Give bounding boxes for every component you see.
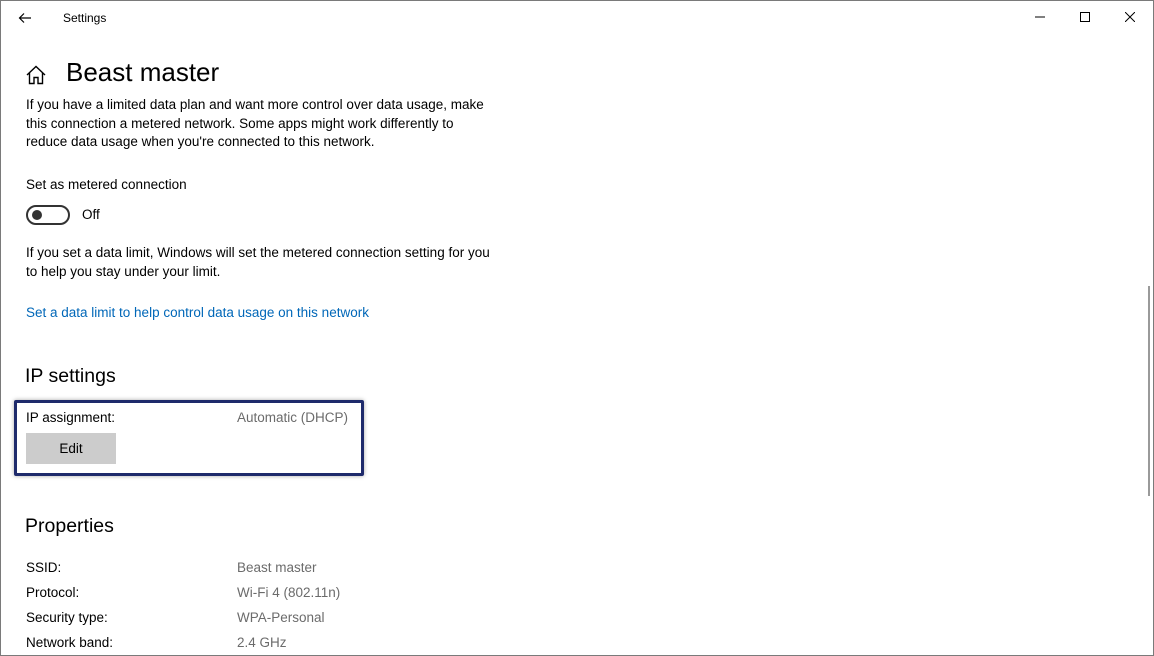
settings-window: Settings Beast master If you have a limi… — [0, 0, 1154, 656]
metered-toggle-label: Set as metered connection — [26, 177, 187, 192]
network-band-value: 2.4 GHz — [237, 635, 287, 650]
back-button[interactable] — [9, 3, 41, 33]
page-title: Beast master — [66, 57, 220, 87]
properties-title: Properties — [25, 515, 114, 537]
title-bar: Settings — [1, 1, 1153, 35]
home-icon — [26, 65, 46, 85]
protocol-label: Protocol: — [26, 585, 80, 600]
window-title: Settings — [63, 11, 107, 25]
data-limit-description: If you set a data limit, Windows will se… — [26, 245, 490, 279]
edit-ip-button[interactable]: Edit — [26, 433, 116, 464]
protocol-value: Wi-Fi 4 (802.11n) — [237, 585, 341, 600]
home-button[interactable] — [25, 64, 47, 86]
ip-settings-title: IP settings — [25, 365, 116, 387]
ssid-label: SSID: — [26, 560, 62, 575]
toggle-knob — [32, 210, 42, 220]
ip-assignment-value: Automatic (DHCP) — [237, 410, 349, 425]
minimize-icon — [1035, 16, 1045, 18]
network-band-label: Network band: — [26, 635, 114, 650]
metered-toggle[interactable] — [26, 205, 70, 225]
metered-description: If you have a limited data plan and want… — [26, 97, 484, 149]
maximize-icon — [1080, 12, 1090, 22]
vertical-scrollbar[interactable] — [1148, 286, 1150, 496]
close-icon — [1125, 12, 1135, 22]
close-button[interactable] — [1107, 1, 1153, 33]
metered-toggle-state: Off — [82, 207, 100, 222]
ssid-value: Beast master — [237, 560, 317, 575]
security-type-label: Security type: — [26, 610, 108, 625]
back-arrow-icon — [18, 13, 31, 23]
minimize-button[interactable] — [1017, 1, 1063, 33]
maximize-button[interactable] — [1062, 1, 1108, 33]
security-type-value: WPA-Personal — [237, 610, 325, 625]
data-limit-link[interactable]: Set a data limit to help control data us… — [26, 305, 369, 320]
ip-assignment-label: IP assignment: — [26, 410, 116, 425]
